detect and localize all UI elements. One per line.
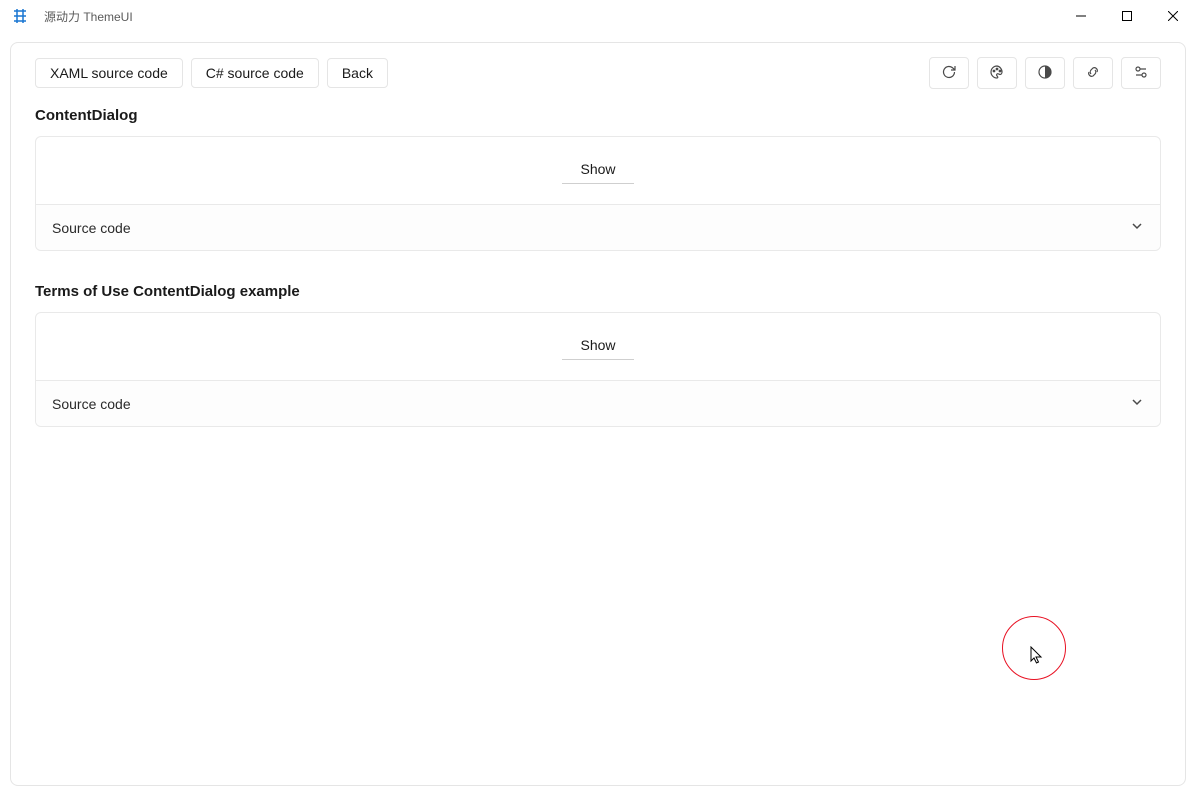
section-title: Terms of Use ContentDialog example	[35, 283, 1161, 300]
source-code-expander[interactable]: Source code	[36, 380, 1160, 426]
expander-label: Source code	[52, 220, 1130, 236]
csharp-source-button[interactable]: C# source code	[191, 58, 319, 88]
expander-label: Source code	[52, 396, 1130, 412]
card-body: Show	[36, 313, 1160, 380]
xaml-source-button[interactable]: XAML source code	[35, 58, 183, 88]
example-card: Show Source code	[35, 312, 1161, 427]
minimize-button[interactable]	[1058, 0, 1104, 32]
palette-button[interactable]	[977, 57, 1017, 89]
app-icon	[12, 8, 28, 24]
back-button[interactable]: Back	[327, 58, 388, 88]
settings-button[interactable]	[1121, 57, 1161, 89]
theme-toggle-button[interactable]	[1025, 57, 1065, 89]
close-button[interactable]	[1150, 0, 1196, 32]
contrast-icon	[1037, 64, 1053, 83]
palette-icon	[989, 64, 1005, 83]
source-code-expander[interactable]: Source code	[36, 204, 1160, 250]
section-title: ContentDialog	[35, 107, 1161, 124]
window-titlebar: 源动力 ThemeUI	[0, 0, 1196, 32]
section-terms-contentdialog: Terms of Use ContentDialog example Show …	[35, 283, 1161, 427]
chevron-down-icon	[1130, 395, 1144, 412]
window-title: 源动力 ThemeUI	[44, 8, 133, 25]
refresh-button[interactable]	[929, 57, 969, 89]
toolbar: XAML source code C# source code Back	[35, 57, 1161, 89]
settings-icon	[1133, 64, 1149, 83]
section-contentdialog: ContentDialog Show Source code	[35, 107, 1161, 251]
maximize-button[interactable]	[1104, 0, 1150, 32]
refresh-icon	[941, 64, 957, 83]
show-button[interactable]: Show	[562, 157, 633, 184]
chevron-down-icon	[1130, 219, 1144, 236]
show-button[interactable]: Show	[562, 333, 633, 360]
card-body: Show	[36, 137, 1160, 204]
content-frame: XAML source code C# source code Back	[10, 42, 1186, 786]
link-button[interactable]	[1073, 57, 1113, 89]
link-icon	[1085, 64, 1101, 83]
example-card: Show Source code	[35, 136, 1161, 251]
